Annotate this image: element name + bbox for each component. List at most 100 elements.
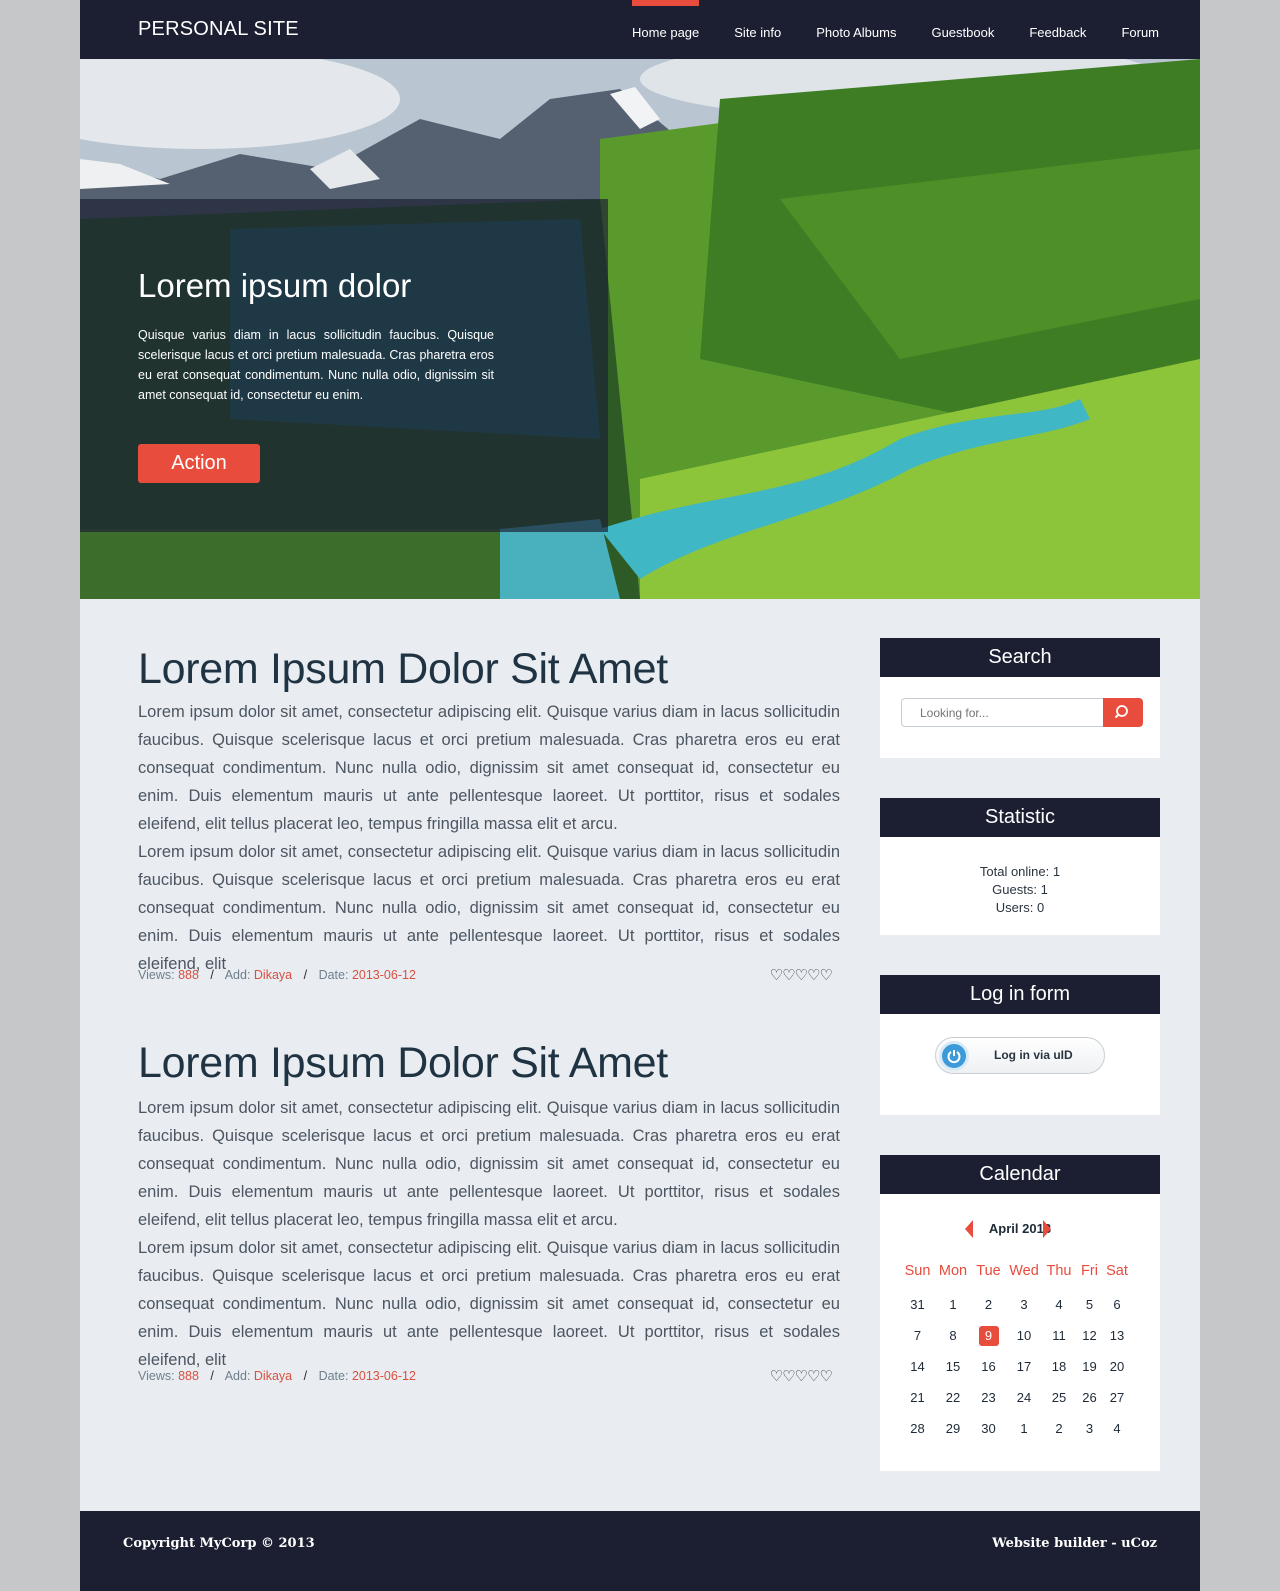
calendar-day[interactable]: 16 (971, 1351, 1006, 1382)
calendar-day-number: 27 (1109, 1389, 1125, 1405)
calendar-day[interactable]: 26 (1076, 1382, 1103, 1413)
calendar-day[interactable]: 1 (1006, 1413, 1042, 1444)
statistic-widget: Statistic Total online: 1 Guests: 1 User… (880, 798, 1160, 935)
calendar-day-number: 13 (1109, 1327, 1125, 1343)
calendar-day[interactable]: 20 (1103, 1351, 1131, 1382)
calendar-day-number: 23 (981, 1389, 996, 1405)
calendar-day[interactable]: 23 (971, 1382, 1006, 1413)
calendar-day[interactable]: 1 (935, 1289, 971, 1320)
calendar-day[interactable]: 3 (1076, 1413, 1103, 1444)
calendar-day[interactable]: 29 (935, 1413, 971, 1444)
calendar-day-number: 16 (981, 1358, 996, 1374)
date-label: Date: (318, 968, 349, 982)
builder-link[interactable]: Website builder - uCoz (992, 1536, 1157, 1551)
search-widget: Search (880, 638, 1160, 758)
views-label: Views: (138, 968, 175, 982)
nav-site-info[interactable]: Site info (734, 0, 781, 59)
calendar-day-number: 12 (1082, 1327, 1097, 1343)
calendar-day[interactable]: 2 (1042, 1413, 1076, 1444)
site-logo[interactable]: PERSONAL SITE (138, 18, 299, 41)
uid-login-label: Log in via uID (994, 1048, 1073, 1062)
calendar-day-number: 25 (1051, 1389, 1067, 1405)
calendar-day[interactable]: 27 (1103, 1382, 1131, 1413)
login-widget: Log in form Log in via uID (880, 975, 1160, 1115)
uid-login-button[interactable]: Log in via uID (935, 1037, 1105, 1074)
calendar-grid: Sun Mon Tue Wed Thu Fri Sat 31 1 2 3 4 5 6 7 8 9 1… (900, 1253, 1131, 1444)
calendar-month[interactable]: April 2013 (880, 1221, 1160, 1236)
calendar-day-number: 22 (945, 1389, 961, 1405)
calendar-day[interactable]: 24 (1006, 1382, 1042, 1413)
calendar-day-number: 15 (945, 1358, 961, 1374)
calendar-day[interactable]: 14 (900, 1351, 935, 1382)
calendar-day[interactable]: 17 (1006, 1351, 1042, 1382)
views-label: Views: (138, 1369, 175, 1383)
calendar-day-number: 6 (1113, 1296, 1121, 1312)
weekday-header: Mon (938, 1263, 968, 1279)
calendar-day[interactable]: 4 (1042, 1289, 1076, 1320)
calendar-day-number: 10 (1016, 1327, 1032, 1343)
calendar-days: 31 1 2 3 4 5 6 7 8 9 10 11 12 13 14 15 16 17 18 19 20 21 22 23 2… (900, 1289, 1131, 1444)
calendar-day[interactable]: 3 (1006, 1289, 1042, 1320)
calendar-day[interactable]: 7 (900, 1320, 935, 1351)
author-link[interactable]: Dikaya (254, 1369, 292, 1383)
weekday-header: Thu (1046, 1263, 1072, 1279)
calendar-day[interactable]: 19 (1076, 1351, 1103, 1382)
calendar-day[interactable]: 5 (1076, 1289, 1103, 1320)
calendar-week: 31 1 2 3 4 5 6 (900, 1289, 1131, 1320)
nav-feedback[interactable]: Feedback (1029, 0, 1086, 59)
nav-photo-albums[interactable]: Photo Albums (816, 0, 896, 59)
calendar-day[interactable]: 9 (971, 1320, 1006, 1351)
calendar-day[interactable]: 21 (900, 1382, 935, 1413)
post-meta: Views: 888 / Add: Dikaya / Date: 2013-06… (138, 968, 416, 982)
calendar-day[interactable]: 22 (935, 1382, 971, 1413)
add-label: Add: (224, 968, 251, 982)
rating-hearts[interactable]: ♡♡♡♡♡ (770, 1367, 833, 1385)
calendar-day-number: 14 (910, 1358, 925, 1374)
hero-text: Quisque varius diam in lacus sollicitudi… (138, 328, 494, 402)
footer: Copyright MyCorp © 2013 Website builder … (80, 1511, 1200, 1591)
calendar-day[interactable]: 31 (900, 1289, 935, 1320)
post-title[interactable]: Lorem Ipsum Dolor Sit Amet (138, 1037, 840, 1089)
calendar-day[interactable]: 4 (1103, 1413, 1131, 1444)
calendar-day-number: 2 (984, 1296, 993, 1312)
calendar-week: 7 8 9 10 11 12 13 (900, 1320, 1131, 1351)
calendar-day-number: 18 (1051, 1358, 1067, 1374)
calendar-day[interactable]: 11 (1042, 1320, 1076, 1351)
calendar-day[interactable]: 8 (935, 1320, 971, 1351)
calendar-week: 14 15 16 17 18 19 20 (900, 1351, 1131, 1382)
calendar-day-number: 29 (945, 1420, 961, 1436)
calendar-day[interactable]: 13 (1103, 1320, 1131, 1351)
post-title[interactable]: Lorem Ipsum Dolor Sit Amet (138, 643, 840, 695)
calendar-day[interactable]: 25 (1042, 1382, 1076, 1413)
next-month-arrow-icon[interactable] (1043, 1220, 1051, 1238)
calendar-day[interactable]: 30 (971, 1413, 1006, 1444)
search-input[interactable] (901, 698, 1103, 727)
calendar-day[interactable]: 28 (900, 1413, 935, 1444)
post-meta: Views: 888 / Add: Dikaya / Date: 2013-06… (138, 1369, 416, 1383)
calendar-day[interactable]: 12 (1076, 1320, 1103, 1351)
action-button[interactable]: Action (138, 444, 260, 483)
calendar-day-number: 7 (913, 1327, 922, 1343)
author-link[interactable]: Dikaya (254, 968, 292, 982)
calendar-day[interactable]: 18 (1042, 1351, 1076, 1382)
widget-title: Calendar (880, 1155, 1160, 1194)
calendar-day[interactable]: 6 (1103, 1289, 1131, 1320)
weekday-header: Sun (904, 1263, 931, 1279)
add-label: Add: (224, 1369, 251, 1383)
calendar-day[interactable]: 15 (935, 1351, 971, 1382)
meta-separator: / (210, 968, 214, 982)
calendar-day[interactable]: 10 (1006, 1320, 1042, 1351)
uid-icon (942, 1044, 966, 1068)
nav-forum[interactable]: Forum (1121, 0, 1159, 59)
guests-count: Guests: 1 (992, 882, 1048, 897)
views-count: 888 (178, 968, 199, 982)
search-button[interactable] (1103, 698, 1143, 727)
calendar-day-number: 1 (1020, 1420, 1028, 1436)
nav-guestbook[interactable]: Guestbook (931, 0, 994, 59)
rating-hearts[interactable]: ♡♡♡♡♡ (770, 966, 833, 984)
calendar-day[interactable]: 2 (971, 1289, 1006, 1320)
calendar-day-number: 28 (910, 1420, 925, 1436)
copyright-text: Copyright MyCorp © 2013 (123, 1536, 315, 1551)
post-paragraph: Lorem ipsum dolor sit amet, consectetur … (138, 1099, 840, 1229)
nav-home-page[interactable]: Home page (632, 0, 700, 59)
